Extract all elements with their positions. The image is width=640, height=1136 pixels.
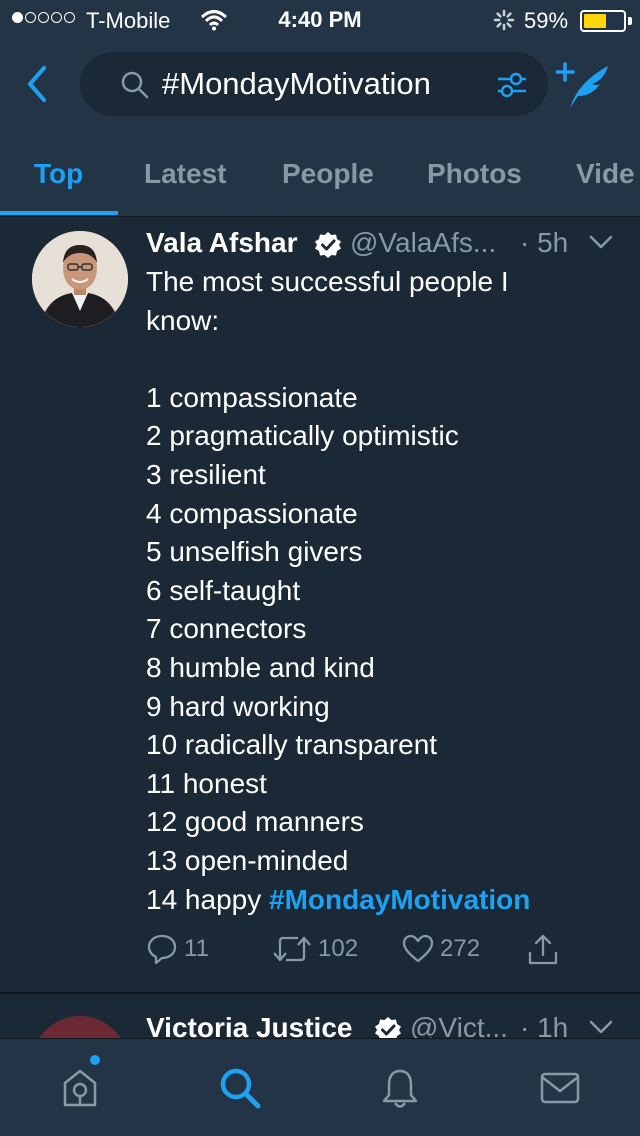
filter-sliders-icon[interactable]	[496, 70, 528, 100]
avatar[interactable]	[32, 1016, 128, 1038]
tweet-actions: 11 102 272	[146, 933, 626, 973]
tweet-line: 12 good manners	[146, 806, 364, 838]
tweet-line: 11 honest	[146, 767, 267, 799]
tweet-line: 3 resilient	[146, 458, 266, 490]
share-button[interactable]	[526, 933, 560, 967]
heart-icon	[402, 934, 434, 963]
battery-nub	[628, 17, 632, 25]
author-handle[interactable]: @Vict...	[410, 1012, 508, 1038]
tweet-line: know:	[146, 304, 220, 336]
search-icon	[220, 1068, 261, 1109]
tweet-text: The most successful people I know: 1 com…	[146, 263, 616, 919]
battery-level	[584, 14, 606, 28]
search-input[interactable]: #MondayMotivation	[162, 66, 431, 102]
tweet[interactable]: Victoria Justice @Vict... · 1h	[0, 994, 640, 1038]
tweet-line: 1 compassionate	[146, 381, 358, 413]
retweet-icon	[273, 936, 311, 962]
tweet-line-text: 14 happy	[146, 883, 269, 915]
tweet-last-line: 14 happy #MondayMotivation	[146, 881, 616, 920]
nav-explore[interactable]	[210, 1063, 270, 1113]
status-bar: T-Mobile 4:40 PM 59%	[0, 0, 640, 40]
back-chevron-icon[interactable]	[22, 64, 54, 104]
share-icon	[528, 934, 558, 965]
reply-icon	[147, 934, 177, 965]
verified-badge-icon	[375, 1017, 401, 1038]
bell-icon	[382, 1069, 418, 1108]
tweet-line: 2 pragmatically optimistic	[146, 420, 459, 452]
bottom-tab-bar	[0, 1038, 640, 1136]
like-button[interactable]: 272	[402, 933, 480, 965]
tab-latest[interactable]: Latest	[144, 158, 226, 190]
hashtag-link[interactable]: #MondayMotivation	[269, 884, 530, 915]
reply-button[interactable]: 11	[146, 933, 209, 965]
tweet-line	[146, 340, 616, 379]
author-name[interactable]: Vala Afshar	[146, 227, 297, 259]
retweet-button[interactable]: 102	[272, 933, 358, 965]
battery-icon	[580, 10, 626, 32]
search-header: #MondayMotivation Top Latest People Phot…	[0, 40, 640, 216]
tweet-line: 10 radically transparent	[146, 729, 438, 761]
active-tab-indicator	[0, 211, 118, 215]
tweet-line: 4 compassionate	[146, 497, 358, 529]
new-content-dot	[90, 1055, 100, 1065]
tab-people[interactable]: People	[282, 158, 374, 190]
tweet-line: 7 connectors	[146, 613, 307, 645]
tab-top[interactable]: Top	[34, 158, 83, 190]
search-tabs: Top Latest People Photos Vide	[0, 140, 640, 216]
nav-messages[interactable]	[530, 1063, 590, 1113]
tweet-line: 6 self-taught	[146, 574, 301, 606]
mail-icon	[540, 1072, 580, 1104]
tweet-header: Vala Afshar @ValaAfs... · 5h	[146, 227, 626, 263]
tweet-time: · 1h	[520, 1012, 569, 1038]
retweet-count: 102	[318, 935, 359, 962]
nav-notifications[interactable]	[370, 1063, 430, 1113]
tweet-line: 13 open-minded	[146, 844, 349, 876]
compose-tweet-icon[interactable]	[556, 60, 612, 110]
tab-photos[interactable]: Photos	[427, 158, 522, 190]
nav-home[interactable]	[50, 1063, 110, 1113]
home-icon	[63, 1069, 97, 1107]
chevron-down-icon[interactable]	[588, 1018, 614, 1036]
tweet-line: The most successful people I	[146, 266, 509, 297]
battery-percent: 59%	[524, 8, 569, 33]
author-handle[interactable]: @ValaAfs...	[350, 227, 496, 259]
tweet-line: 8 humble and kind	[146, 651, 375, 683]
tweet-time: · 5h	[520, 227, 569, 258]
avatar-photo	[32, 231, 128, 327]
tweet[interactable]: Vala Afshar @ValaAfs... · 5h The most su…	[0, 217, 640, 993]
tab-videos[interactable]: Vide	[576, 158, 635, 190]
tweet-line: 9 hard working	[146, 690, 330, 722]
chevron-down-icon[interactable]	[588, 233, 614, 251]
search-bar[interactable]: #MondayMotivation	[80, 52, 548, 116]
verified-badge-icon	[315, 232, 341, 258]
avatar[interactable]	[32, 231, 128, 327]
reply-count: 11	[184, 935, 209, 962]
author-name[interactable]: Victoria Justice	[146, 1012, 352, 1038]
like-count: 272	[440, 935, 481, 962]
tweet-line: 5 unselfish givers	[146, 536, 363, 568]
search-icon	[121, 71, 149, 99]
activity-spinner-icon	[493, 9, 515, 31]
